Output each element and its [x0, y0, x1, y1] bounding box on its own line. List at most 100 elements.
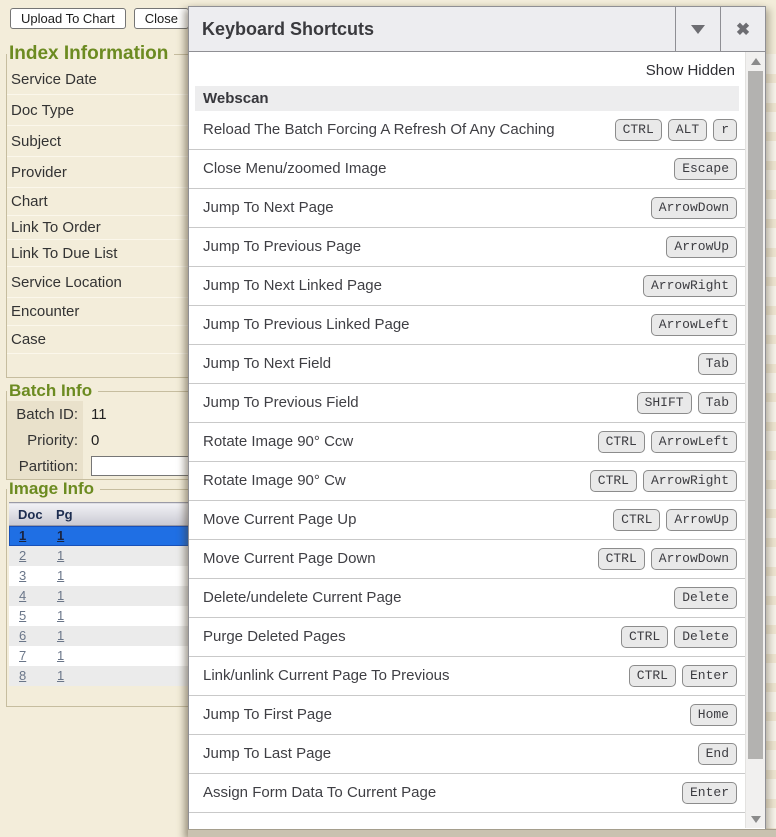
column-header-doc: Doc [9, 503, 47, 526]
key-badge: CTRL [598, 431, 645, 453]
shortcut-keys: Delete [674, 587, 737, 609]
doc-cell: 1 [9, 526, 47, 546]
shortcut-label: Jump To Previous Linked Page [203, 316, 571, 335]
pg-cell: 1 [47, 606, 85, 626]
keyboard-shortcuts-dialog: Keyboard Shortcuts ✖ Show Hidden Webscan… [188, 6, 766, 837]
shortcut-label: Jump To Previous Field [203, 394, 571, 413]
key-badge: Enter [682, 665, 737, 687]
pg-link[interactable]: 1 [57, 628, 64, 643]
shortcut-label: Reload The Batch Forcing A Refresh Of An… [203, 121, 571, 140]
doc-link[interactable]: 7 [19, 648, 26, 663]
key-badge: ArrowDown [651, 548, 737, 570]
key-badge: ArrowUp [666, 509, 737, 531]
pg-link[interactable]: 1 [57, 648, 64, 663]
shortcut-row: Close Menu/zoomed ImageEscape [189, 150, 745, 189]
shortcut-label: Jump To Next Linked Page [203, 277, 571, 296]
shortcut-keys: CTRLArrowDown [598, 548, 737, 570]
shortcut-keys: Tab [698, 353, 737, 375]
shortcut-row: Jump To Next Linked Page ArrowRight [189, 267, 745, 306]
shortcut-label: Rotate Image 90° Cw [203, 472, 571, 491]
shortcut-row: Purge Deleted Pages CTRL Delete [189, 618, 745, 657]
key-badge: Tab [698, 392, 737, 414]
shortcut-label: Move Current Page Down [203, 550, 571, 569]
pg-cell: 1 [47, 566, 85, 586]
shortcut-keys: SHIFT Tab [637, 392, 737, 414]
pg-link[interactable]: 1 [57, 608, 64, 623]
shortcut-keys: CTRL Enter [629, 665, 737, 687]
doc-cell: 8 [9, 666, 47, 686]
pg-link[interactable]: 1 [57, 668, 64, 683]
shortcut-label: Link/unlink Current Page To Previous [203, 667, 571, 686]
shortcut-keys: ArrowRight [643, 275, 737, 297]
batch-field-label: Priority: [7, 427, 83, 453]
shortcut-keys: Enter [682, 782, 737, 804]
shortcut-row: Move Current Page Down CTRLArrowDown [189, 540, 745, 579]
key-badge: ArrowLeft [651, 314, 737, 336]
doc-link[interactable]: 2 [19, 548, 26, 563]
pg-link[interactable]: 1 [57, 528, 64, 543]
dialog-title: Keyboard Shortcuts [189, 7, 675, 51]
shortcut-row: Reload The Batch Forcing A Refresh Of An… [189, 111, 745, 150]
batch-field-value: 11 [83, 406, 107, 423]
shortcut-label: Rotate Image 90° Ccw [203, 433, 571, 452]
shortcut-row: Jump To Next PageArrowDown [189, 189, 745, 228]
key-badge: CTRL [621, 626, 668, 648]
key-badge: Delete [674, 626, 737, 648]
batch-info-title: Batch Info [7, 381, 98, 401]
column-header-pg: Pg [47, 503, 85, 526]
key-badge: ArrowDown [651, 197, 737, 219]
shortcut-label: Jump To First Page [203, 706, 571, 725]
shortcut-row: Jump To Previous Linked Page ArrowLeft [189, 306, 745, 345]
upload-to-chart-button[interactable]: Upload To Chart [10, 8, 126, 29]
shortcut-keys: CTRL ArrowRight [590, 470, 737, 492]
shortcut-keys: CTRLArrowLeft [598, 431, 737, 453]
close-button[interactable]: Close [134, 8, 189, 29]
shortcut-label: Jump To Previous Page [203, 238, 571, 257]
doc-link[interactable]: 4 [19, 588, 26, 603]
key-badge: CTRL [629, 665, 676, 687]
arrow-down-icon [751, 816, 761, 823]
key-badge: End [698, 743, 737, 765]
shortcut-row: Jump To Previous Field SHIFT Tab [189, 384, 745, 423]
show-hidden-link[interactable]: Show Hidden [189, 52, 745, 86]
modal-scrollbar[interactable] [745, 52, 765, 828]
image-info-title: Image Info [7, 479, 100, 499]
pg-cell: 1 [47, 666, 85, 686]
shortcut-list-container: Show Hidden Webscan Reload The Batch For… [189, 52, 745, 836]
scroll-up-button[interactable] [746, 52, 765, 70]
shortcut-row: Assign Form Data To Current PageEnter [189, 774, 745, 813]
section-header-webscan: Webscan [195, 86, 739, 111]
shortcut-list: Reload The Batch Forcing A Refresh Of An… [189, 111, 745, 813]
shortcut-keys: Escape [674, 158, 737, 180]
pg-link[interactable]: 1 [57, 568, 64, 583]
key-badge: SHIFT [637, 392, 692, 414]
shortcut-label: Purge Deleted Pages [203, 628, 571, 647]
shortcut-keys: ArrowLeft [651, 314, 737, 336]
doc-link[interactable]: 8 [19, 668, 26, 683]
key-badge: r [713, 119, 737, 141]
doc-cell: 2 [9, 546, 47, 566]
doc-link[interactable]: 5 [19, 608, 26, 623]
shortcut-label: Delete/undelete Current Page [203, 589, 571, 608]
shortcut-row: Link/unlink Current Page To Previous CTRL… [189, 657, 745, 696]
key-badge: Tab [698, 353, 737, 375]
shortcut-keys: CTRL Delete [621, 626, 737, 648]
shortcut-label: Move Current Page Up [203, 511, 571, 530]
key-badge: ArrowRight [643, 470, 737, 492]
doc-link[interactable]: 3 [19, 568, 26, 583]
dialog-collapse-button[interactable] [675, 7, 720, 51]
key-badge: CTRL [613, 509, 660, 531]
dialog-close-button[interactable]: ✖ [720, 7, 765, 51]
pg-cell: 1 [47, 526, 85, 546]
doc-link[interactable]: 6 [19, 628, 26, 643]
pg-link[interactable]: 1 [57, 588, 64, 603]
scroll-down-button[interactable] [746, 810, 765, 828]
shortcut-row: Jump To Next FieldTab [189, 345, 745, 384]
pg-link[interactable]: 1 [57, 548, 64, 563]
toolbar: Upload To Chart Close ? [10, 8, 215, 29]
doc-link[interactable]: 1 [19, 528, 26, 543]
scrollbar-thumb[interactable] [748, 71, 763, 759]
dialog-header: Keyboard Shortcuts ✖ [189, 7, 765, 52]
shortcut-row: Delete/undelete Current Page Delete [189, 579, 745, 618]
key-badge: CTRL [590, 470, 637, 492]
